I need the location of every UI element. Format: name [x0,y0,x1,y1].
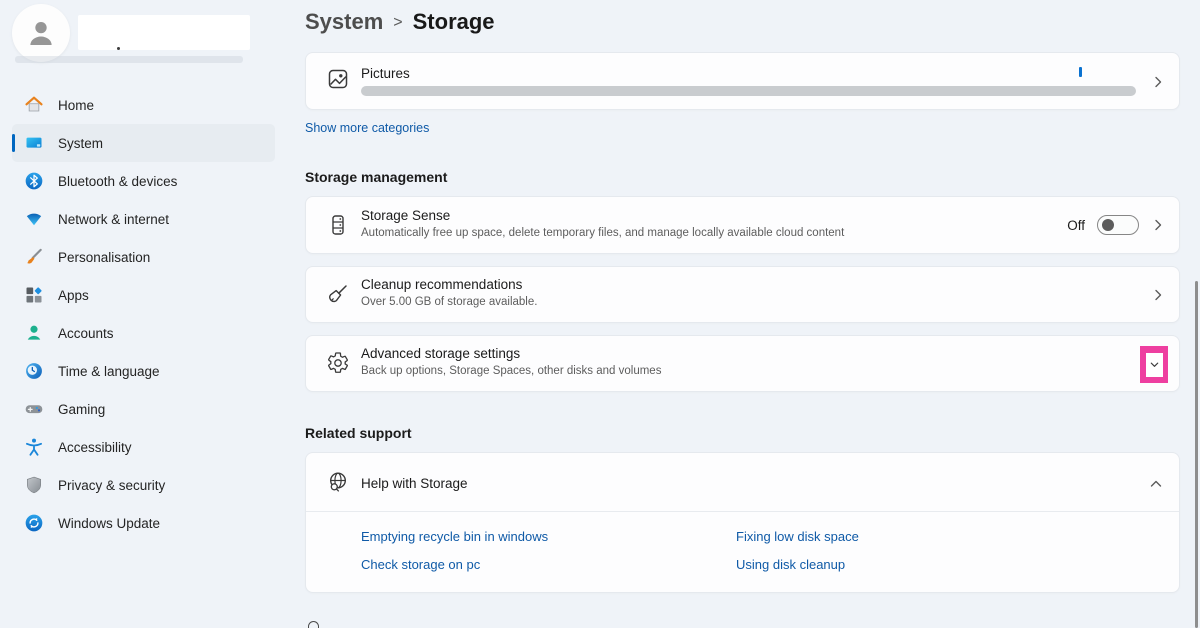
help-link-low-disk-space[interactable]: Fixing low disk space [736,529,1111,544]
chevron-down-icon [1149,359,1160,370]
divider [306,511,1179,512]
update-icon [24,513,44,533]
sidebar-item-home[interactable]: Home [12,86,275,124]
storage-sense-card[interactable]: Storage Sense Automatically free up spac… [305,196,1180,254]
gear-icon [326,351,350,375]
sidebar-item-label: Accessibility [58,440,132,455]
help-link-recycle-bin[interactable]: Emptying recycle bin in windows [361,529,736,544]
sidebar-item-time-language[interactable]: Time & language [12,352,275,390]
chevron-right-icon [1151,288,1165,302]
sidebar-item-gaming[interactable]: Gaming [12,390,275,428]
page-title: Storage [413,9,495,34]
chevron-up-icon [1149,477,1163,491]
broom-icon [326,282,350,306]
highlight-annotation-box [1140,346,1168,383]
accessibility-icon [24,437,44,457]
partial-icon [308,621,319,628]
sidebar-item-label: Time & language [58,364,160,379]
breadcrumb: System>Storage [305,9,495,35]
chevron-right-icon [1151,75,1165,89]
help-link-check-storage[interactable]: Check storage on pc [361,557,736,572]
person-icon [24,16,58,50]
redaction-artifact [117,47,120,50]
user-name-redacted [78,15,250,50]
sidebar-item-label: Accounts [58,326,114,341]
storage-sense-icon [326,213,350,237]
pictures-size-redacted [1079,67,1082,77]
toggle-knob [1102,219,1114,231]
advanced-description: Back up options, Storage Spaces, other d… [361,365,661,377]
help-card-title: Help with Storage [361,476,468,491]
search-box-blurred[interactable] [15,56,243,63]
breadcrumb-separator-icon: > [383,14,412,31]
sidebar-item-personalisation[interactable]: Personalisation [12,238,275,276]
sidebar-item-label: Personalisation [58,250,150,265]
network-icon [24,209,44,229]
user-avatar[interactable] [12,4,70,62]
pictures-usage-bar [361,86,1136,96]
storage-sense-title: Storage Sense [361,208,450,223]
sidebar-item-label: Gaming [58,402,105,417]
related-support-heading: Related support [305,425,412,441]
pictures-category-card[interactable]: Pictures [305,52,1180,110]
clock-icon [24,361,44,381]
sidebar-item-label: System [58,136,103,151]
sidebar-item-system[interactable]: System [12,124,275,162]
sidebar-item-accessibility[interactable]: Accessibility [12,428,275,466]
apps-icon [24,285,44,305]
sidebar-item-label: Network & internet [58,212,169,227]
storage-sense-toggle[interactable] [1097,215,1139,235]
help-link-disk-cleanup[interactable]: Using disk cleanup [736,557,1111,572]
cleanup-title: Cleanup recommendations [361,277,522,292]
storage-management-heading: Storage management [305,169,447,185]
sidebar-item-label: Windows Update [58,516,160,531]
home-icon [24,95,44,115]
breadcrumb-parent[interactable]: System [305,9,383,34]
bluetooth-icon [24,171,44,191]
pictures-card-title: Pictures [361,66,410,81]
sidebar-item-windows-update[interactable]: Windows Update [12,504,275,542]
sidebar-item-label: Privacy & security [58,478,165,493]
storage-sense-description: Automatically free up space, delete temp… [361,227,844,239]
sidebar-item-network[interactable]: Network & internet [12,200,275,238]
sidebar-item-label: Bluetooth & devices [58,174,177,189]
shield-icon [24,475,44,495]
sidebar-item-label: Apps [58,288,89,303]
advanced-title: Advanced storage settings [361,346,520,361]
system-icon [24,133,44,153]
paintbrush-icon [24,247,44,267]
sidebar-nav: Home System [12,86,275,542]
sidebar: Home System [0,0,290,628]
help-with-storage-card: Help with Storage Emptying recycle bin i… [305,452,1180,593]
globe-search-icon [326,470,350,494]
sidebar-item-privacy[interactable]: Privacy & security [12,466,275,504]
cleanup-description: Over 5.00 GB of storage available. [361,296,537,308]
scrollbar[interactable] [1195,281,1198,628]
show-more-categories-link[interactable]: Show more categories [305,121,429,135]
accounts-icon [24,323,44,343]
pictures-icon [326,67,350,91]
gamepad-icon [24,399,44,419]
chevron-right-icon [1151,218,1165,232]
sidebar-item-bluetooth[interactable]: Bluetooth & devices [12,162,275,200]
sidebar-item-label: Home [58,98,94,113]
advanced-storage-settings-card[interactable]: Advanced storage settings Back up option… [305,335,1180,392]
storage-sense-toggle-label: Off [1067,218,1085,233]
help-links: Emptying recycle bin in windows Fixing l… [361,529,1141,572]
sidebar-item-accounts[interactable]: Accounts [12,314,275,352]
sidebar-item-apps[interactable]: Apps [12,276,275,314]
cleanup-recommendations-card[interactable]: Cleanup recommendations Over 5.00 GB of … [305,266,1180,323]
advanced-expand-button[interactable] [1146,353,1163,377]
collapse-button[interactable] [1149,477,1163,491]
